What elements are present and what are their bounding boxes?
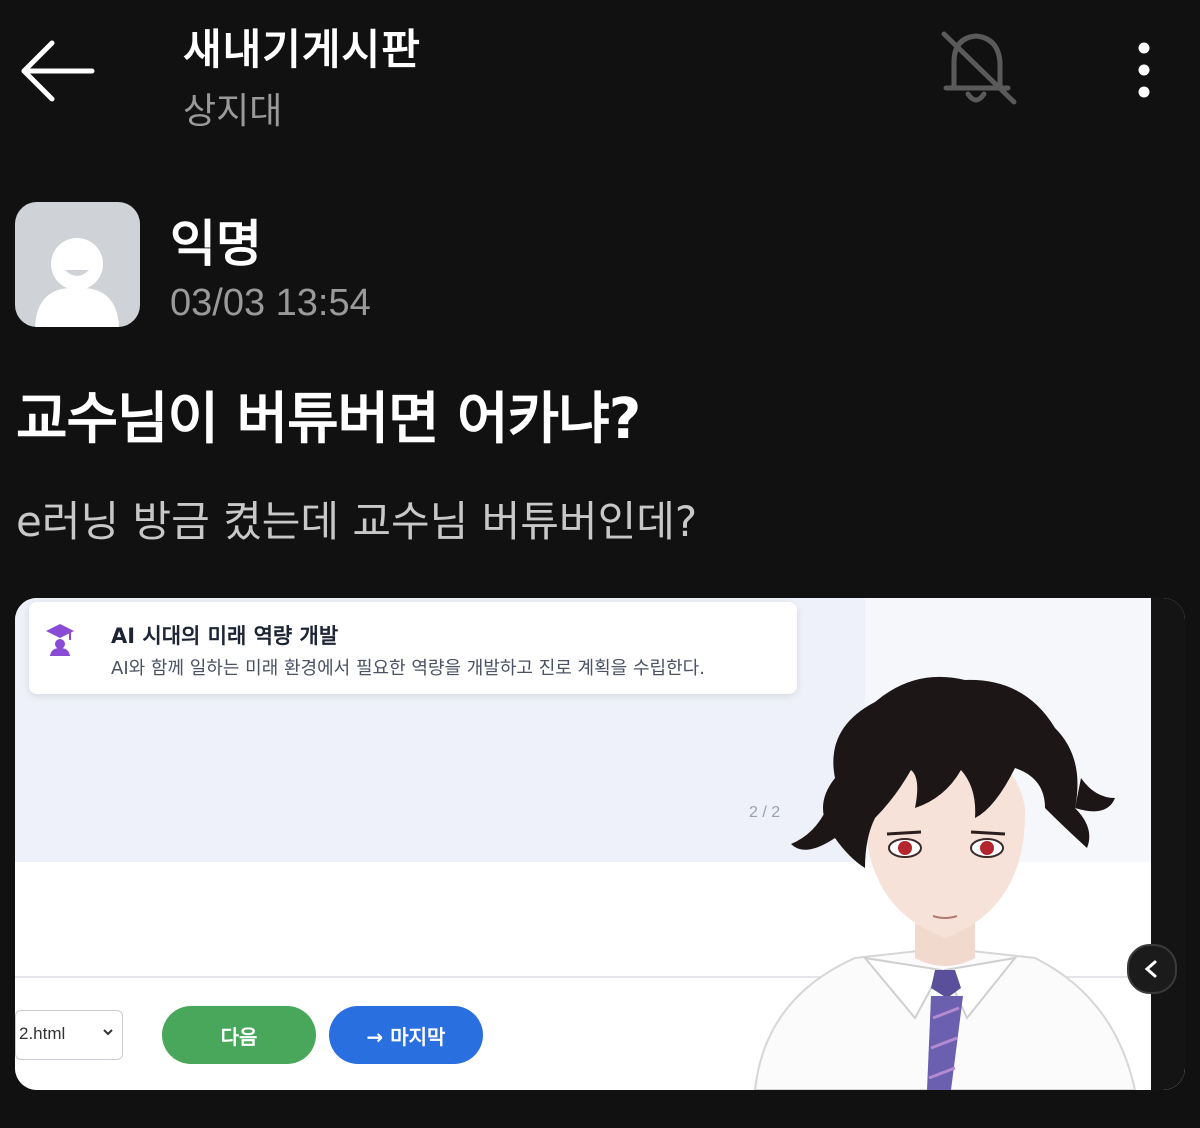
notification-toggle-button[interactable]: [930, 26, 1026, 112]
last-button-label: → 마지막: [366, 1024, 446, 1049]
last-button[interactable]: → 마지막: [329, 1006, 483, 1064]
file-select[interactable]: 2.html: [15, 1010, 123, 1060]
post-body: e러닝 방금 켰는데 교수님 버튜버인데?: [16, 497, 698, 546]
post-detail-screen: 새내기게시판 상지대 익명 03/03 13:54 교수님이 버튜버면 어카냐?…: [0, 0, 1200, 1128]
school-name: 상지대: [183, 91, 283, 132]
next-button[interactable]: 다음: [162, 1006, 316, 1064]
author-name: 익명: [170, 215, 262, 273]
back-button[interactable]: [14, 36, 98, 106]
chevron-left-icon: [1144, 960, 1157, 978]
lesson-description: AI와 함께 일하는 미래 환경에서 필요한 역량을 개발하고 진로 계획을 수…: [111, 658, 705, 679]
post-timestamp: 03/03 13:54: [170, 282, 371, 324]
more-vertical-icon: [1138, 42, 1150, 98]
user-placeholder-icon: [35, 238, 119, 327]
avatar: [15, 202, 140, 327]
arrow-left-icon: [21, 40, 95, 102]
next-button-label: 다음: [220, 1024, 258, 1049]
board-title: 새내기게시판: [183, 25, 421, 74]
graduation-cap-icon: [46, 624, 74, 656]
image-edge-strip: [1151, 598, 1185, 1090]
post-title: 교수님이 버튜버면 어카냐?: [16, 387, 641, 452]
lesson-title: AI 시대의 미래 역량 개발: [111, 624, 339, 648]
chevron-down-icon: [103, 1029, 113, 1036]
bell-off-icon: [941, 31, 1017, 105]
attached-image[interactable]: AI 시대의 미래 역량 개발 AI와 함께 일하는 미래 환경에서 필요한 역…: [15, 598, 1185, 1090]
lesson-card: AI 시대의 미래 역량 개발 AI와 함께 일하는 미래 환경에서 필요한 역…: [29, 602, 797, 694]
vtuber-avatar-image: [753, 676, 1137, 1090]
previous-image-button[interactable]: [1127, 944, 1177, 994]
file-select-value: 2.html: [19, 1024, 66, 1043]
more-options-button[interactable]: [1122, 36, 1166, 108]
